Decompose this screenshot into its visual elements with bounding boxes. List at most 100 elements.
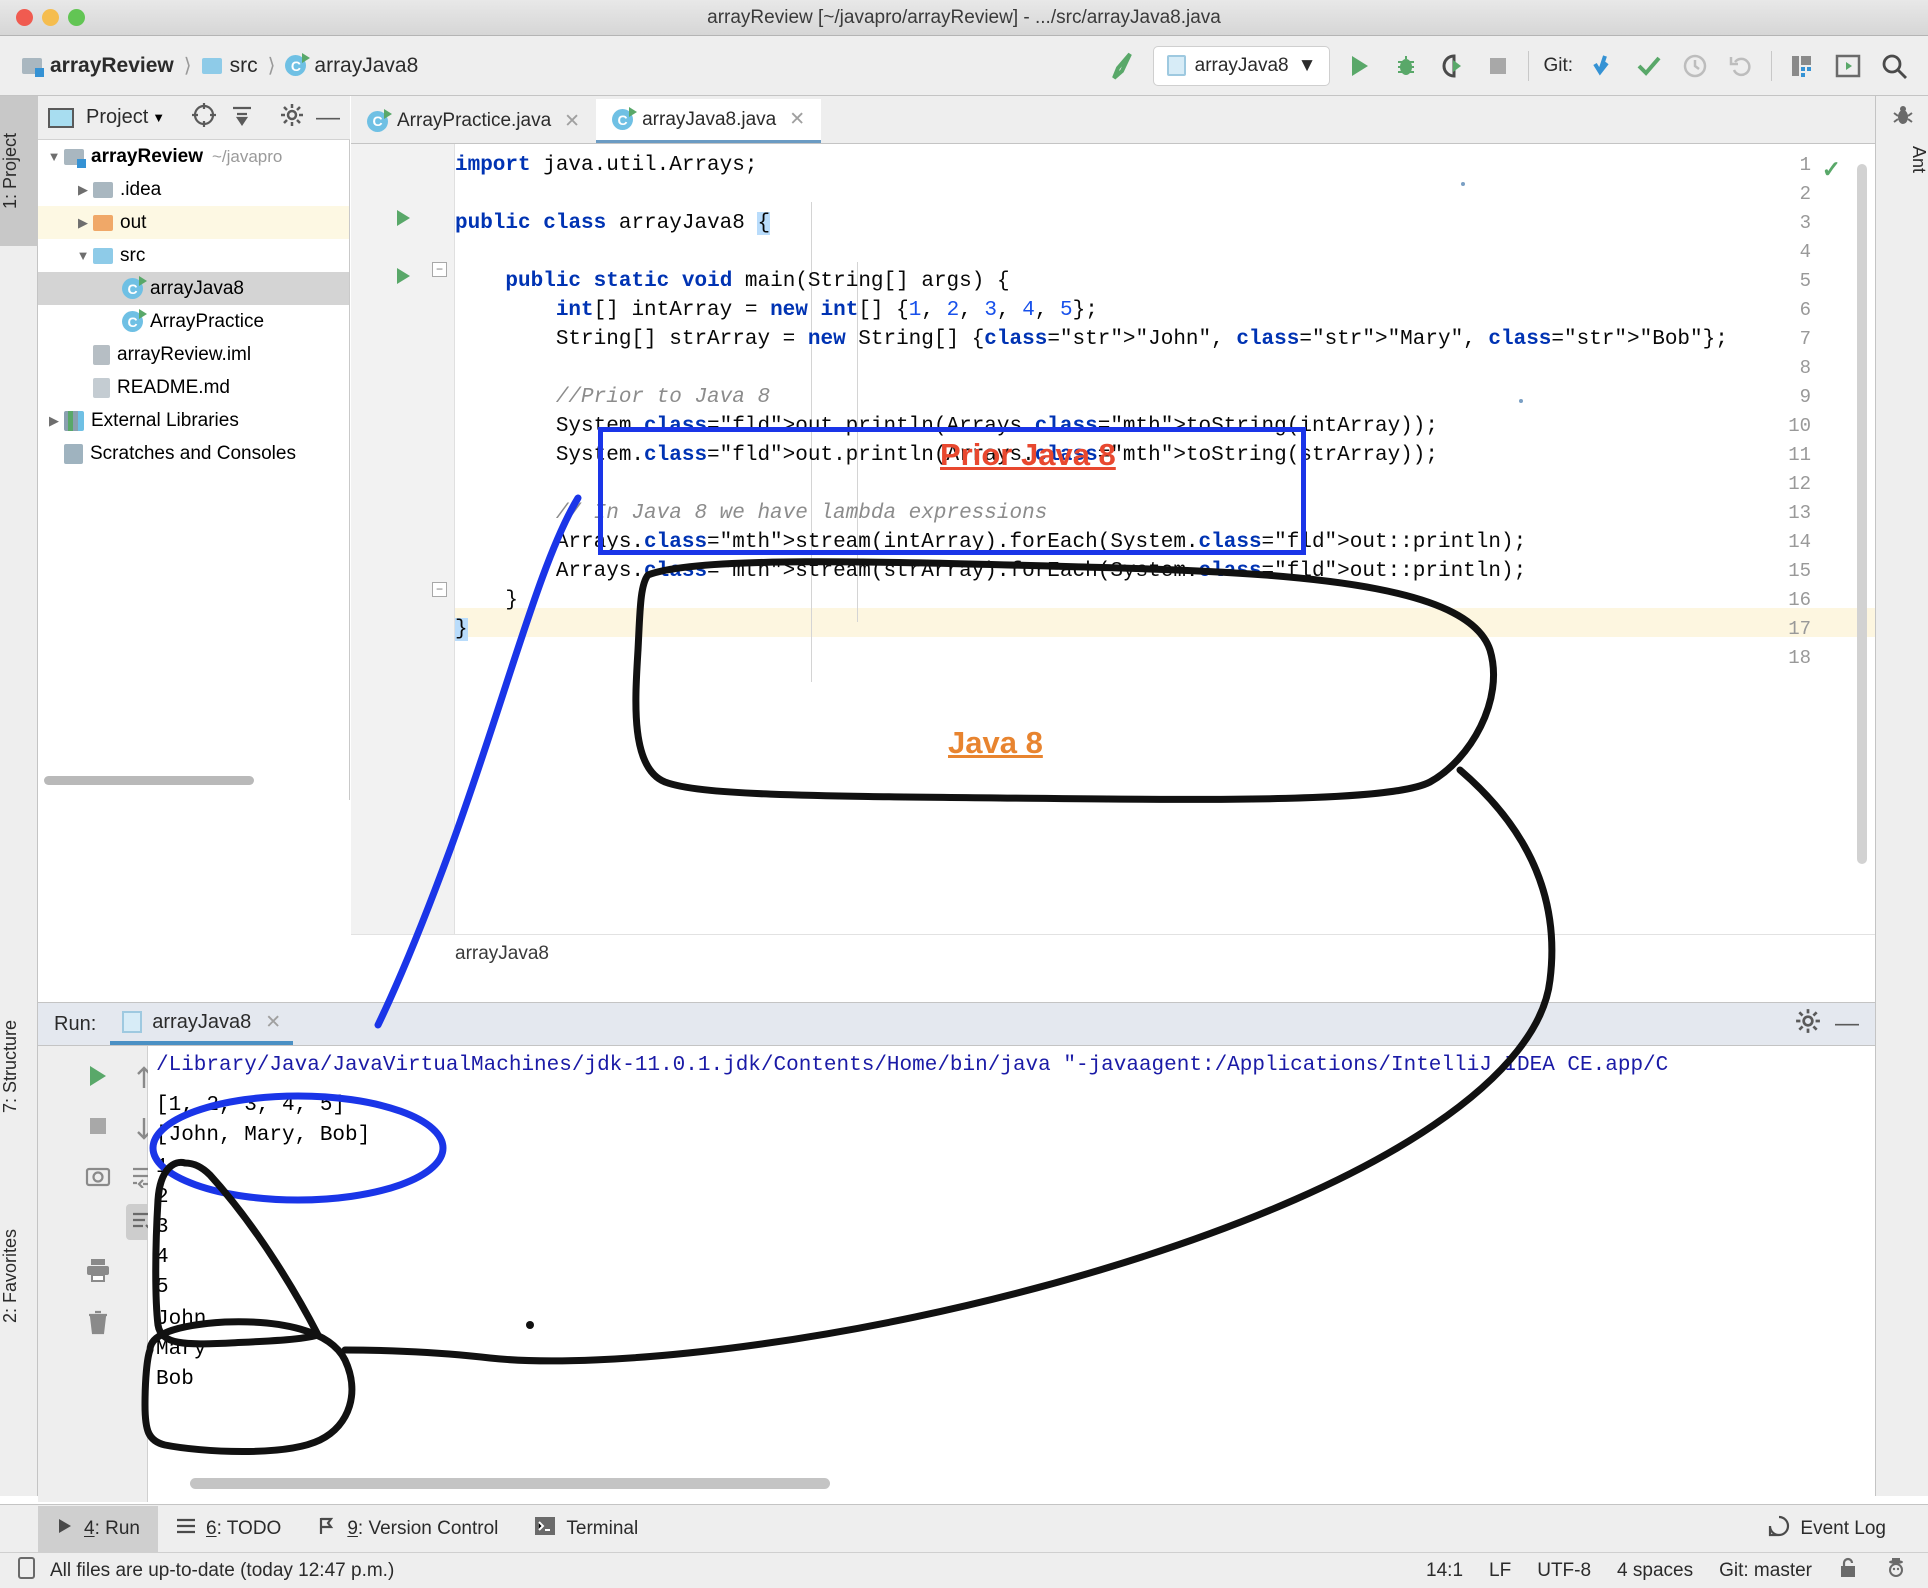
hector-icon[interactable] — [1884, 1556, 1908, 1586]
code-line[interactable]: String[] strArray = new String[] {class=… — [455, 328, 1728, 357]
code-line[interactable]: // In Java 8 we have lambda expressions — [455, 502, 1047, 531]
close-icon[interactable]: ✕ — [789, 108, 805, 131]
breadcrumb-label: arrayJava8 — [314, 53, 419, 77]
console-scrollbar[interactable] — [190, 1478, 830, 1489]
close-icon[interactable]: ✕ — [265, 1011, 281, 1034]
bottom-tab-label: 6: TODO — [206, 1517, 282, 1539]
editor-tab-arraypractice-java[interactable]: C ArrayPractice.java ✕ — [351, 99, 596, 143]
chevron-right-icon[interactable]: ▶ — [44, 413, 64, 429]
fold-method-icon[interactable]: − — [432, 262, 447, 277]
breadcrumb-item-class[interactable]: C arrayJava8 — [285, 53, 419, 78]
editor-tab-arrayjava8-java[interactable]: CarrayJava8.java ✕ — [596, 99, 822, 143]
tree-item-external-libraries[interactable]: ▶ External Libraries — [38, 404, 349, 437]
code-line[interactable]: } — [455, 589, 518, 618]
git-branch[interactable]: Git: master — [1719, 1560, 1812, 1582]
chevron-right-icon[interactable]: ▶ — [73, 215, 93, 231]
chevron-down-icon[interactable]: ▼ — [44, 149, 64, 164]
tree-item-label: External Libraries — [91, 409, 239, 431]
bottom-tab-4-run[interactable]: 4: Run — [38, 1505, 158, 1552]
code-line[interactable]: import java.util.Arrays; — [455, 154, 757, 183]
stop-button[interactable] — [1482, 50, 1514, 82]
tree-item-readme-md[interactable]: README.md — [38, 371, 349, 404]
chevron-right-icon[interactable]: ▶ — [73, 182, 93, 198]
stop-button[interactable] — [80, 1108, 116, 1144]
tree-item-out[interactable]: ▶ out — [38, 206, 349, 239]
breadcrumb-item-src[interactable]: src — [201, 54, 258, 78]
code-line[interactable]: System.class="fld">out.println(Arrays.cl… — [455, 415, 1438, 444]
tree-item-arrayjava8[interactable]: CarrayJava8 — [38, 272, 349, 305]
sidebar-item-ant[interactable]: Ant — [1876, 146, 1928, 173]
tree-item-arrayreview-iml[interactable]: arrayReview.iml — [38, 338, 349, 371]
screenshot-button[interactable] — [80, 1158, 116, 1194]
indent-setting[interactable]: 4 spaces — [1617, 1560, 1693, 1582]
caret-position[interactable]: 14:1 — [1426, 1560, 1463, 1582]
bottom-tab-9-version-control[interactable]: 9: Version Control — [299, 1506, 516, 1552]
code-text[interactable]: import java.util.Arrays; public class arr… — [455, 144, 1875, 934]
search-icon[interactable] — [1878, 50, 1910, 82]
tree-item-src[interactable]: ▼ src — [38, 239, 349, 272]
run-with-coverage-button[interactable] — [1436, 50, 1468, 82]
build-hammer-icon[interactable] — [1107, 50, 1139, 82]
hide-panel-icon[interactable]: — — [316, 104, 340, 132]
tree-item-label: arrayJava8 — [150, 277, 244, 299]
chevron-down-icon[interactable]: ▼ — [73, 248, 93, 263]
print-button[interactable] — [80, 1252, 116, 1288]
run-class-gutter-icon[interactable] — [397, 210, 410, 226]
scroll-from-source-icon[interactable] — [191, 102, 217, 133]
run-console-output[interactable]: /Library/Java/JavaVirtualMachines/jdk-11… — [148, 1046, 1875, 1502]
code-line[interactable]: Arrays.class="mth">stream(strArray).forE… — [455, 560, 1526, 589]
tree-item-arrayreview[interactable]: ▼ arrayReview ~/javapro — [38, 140, 349, 173]
clear-all-button[interactable] — [80, 1304, 116, 1340]
play-icon — [56, 1517, 74, 1541]
git-commit-icon[interactable] — [1633, 50, 1665, 82]
code-line[interactable]: //Prior to Java 8 — [455, 386, 770, 415]
settings-gear-icon[interactable] — [280, 103, 304, 132]
inspection-ok-icon[interactable]: ✓ — [1822, 156, 1841, 183]
debug-button[interactable] — [1390, 50, 1422, 82]
tree-item--idea[interactable]: ▶ .idea — [38, 173, 349, 206]
code-line[interactable]: public static void main(String[] args) { — [455, 270, 1009, 299]
sidebar-item-favorites[interactable]: 2: Favorites — [0, 1176, 38, 1376]
sidebar-item-project[interactable]: 1: Project — [0, 96, 38, 246]
run-method-gutter-icon[interactable] — [397, 268, 410, 284]
code-line[interactable]: } — [455, 618, 468, 647]
rerun-button[interactable] — [80, 1058, 116, 1094]
project-structure-icon[interactable] — [1786, 50, 1818, 82]
tree-item-scratches-and-consoles[interactable]: Scratches and Consoles — [38, 437, 349, 470]
code-line[interactable]: public class arrayJava8 { — [455, 212, 771, 241]
fold-end-icon[interactable]: − — [432, 582, 447, 597]
run-button[interactable] — [1344, 50, 1376, 82]
editor-breadcrumb[interactable]: arrayJava8 — [351, 934, 1875, 972]
file-encoding[interactable]: UTF-8 — [1537, 1560, 1591, 1582]
run-tab-arrayjava8[interactable]: arrayJava8 ✕ — [110, 1003, 294, 1045]
line-separator[interactable]: LF — [1489, 1560, 1511, 1582]
git-update-icon[interactable] — [1587, 50, 1619, 82]
event-log-button[interactable]: Event Log — [1750, 1506, 1904, 1552]
open-terminal-icon[interactable] — [1832, 50, 1864, 82]
code-line[interactable]: System.class="fld">out.println(Arrays.cl… — [455, 444, 1438, 473]
markdown-file-icon — [93, 377, 110, 398]
close-icon[interactable]: ✕ — [564, 110, 580, 133]
breadcrumb[interactable]: arrayReview ⟩ src ⟩ C arrayJava8 — [22, 53, 418, 78]
run-configuration-selector[interactable]: arrayJava8 ▼ — [1152, 45, 1331, 86]
project-tree-scrollbar[interactable] — [44, 776, 254, 785]
bottom-tab-6-todo[interactable]: 6: TODO — [158, 1506, 299, 1552]
sidebar-item-structure[interactable]: 7: Structure — [0, 966, 38, 1166]
git-rollback-icon[interactable] — [1725, 50, 1757, 82]
lock-icon[interactable] — [1838, 1557, 1858, 1585]
code-editor[interactable]: 1 2 3 4 5 6 7 8 9 10 11 12 13 14 15 16 17 18 − − import j… — [351, 144, 1875, 934]
tree-item-arraypractice[interactable]: C ArrayPractice — [38, 305, 349, 338]
vcs-icon — [317, 1516, 337, 1542]
breadcrumb-item-project[interactable]: arrayReview — [22, 54, 174, 78]
editor-scrollbar[interactable] — [1857, 164, 1867, 864]
chevron-down-icon[interactable]: ▼ — [152, 110, 165, 125]
bottom-tab-terminal[interactable]: Terminal — [516, 1506, 656, 1552]
code-line[interactable]: int[] intArray = new int[] {1, 2, 3, 4, … — [455, 299, 1098, 328]
git-history-icon[interactable] — [1679, 50, 1711, 82]
code-line[interactable]: Arrays.class="mth">stream(intArray).forE… — [455, 531, 1526, 560]
console-line: [John, Mary, Bob] — [156, 1124, 371, 1147]
project-tree[interactable]: ▼ arrayReview ~/javapro ▶ .idea ▶ out ▼ src Carra… — [38, 140, 350, 800]
hide-run-panel-icon[interactable]: — — [1835, 1010, 1859, 1038]
run-settings-gear-icon[interactable] — [1795, 1008, 1821, 1040]
collapse-all-icon[interactable] — [229, 102, 255, 133]
